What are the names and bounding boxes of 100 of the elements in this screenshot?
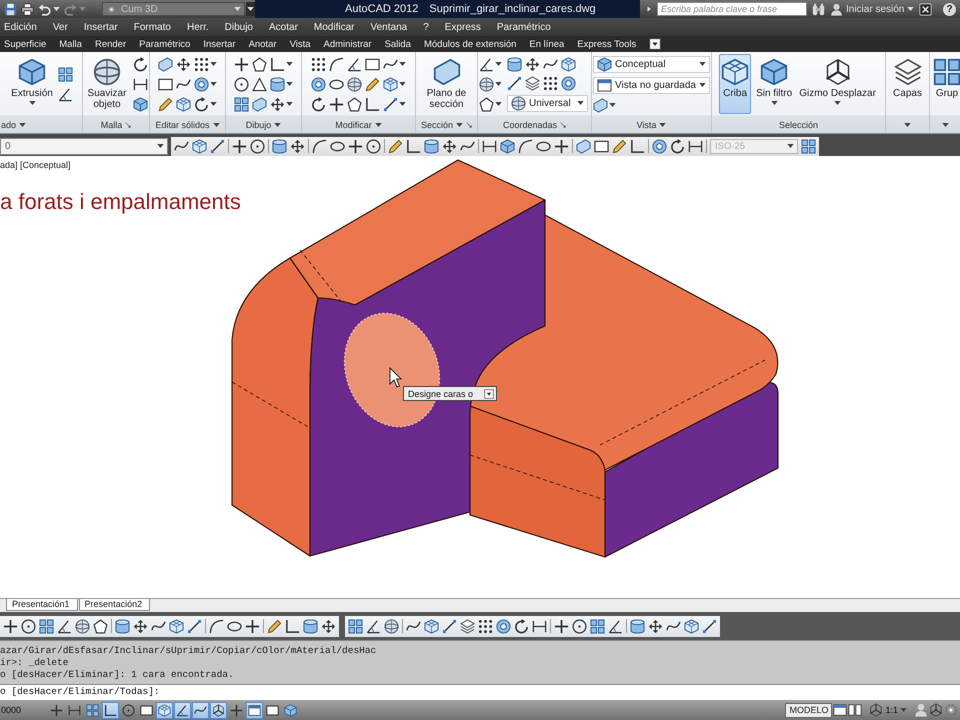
caret-icon[interactable] <box>212 122 220 126</box>
cylinder-icon[interactable] <box>303 618 318 634</box>
sign-in-button[interactable]: Iniciar sesión <box>830 2 914 16</box>
wire-cube-icon[interactable] <box>176 96 191 112</box>
move-icon[interactable] <box>176 56 191 72</box>
move-icon[interactable] <box>290 138 305 154</box>
wire-cube-icon[interactable] <box>561 56 576 72</box>
ribbon-tab[interactable]: Insertar <box>203 38 236 50</box>
cylinder-icon[interactable] <box>424 138 439 154</box>
squares-icon[interactable] <box>58 66 73 82</box>
ellipse-icon[interactable] <box>330 138 345 154</box>
layout-tab[interactable]: Presentación2 <box>78 599 150 611</box>
dots-icon[interactable] <box>194 56 209 72</box>
angle-icon[interactable] <box>58 86 73 102</box>
ring-icon[interactable] <box>194 76 209 92</box>
plus-icon[interactable] <box>554 618 569 634</box>
ribbon-tab[interactable]: Vista <box>290 38 311 50</box>
move-icon[interactable] <box>270 96 285 112</box>
sphere-icon[interactable] <box>384 618 399 634</box>
caret-icon[interactable] <box>210 102 217 106</box>
caret-icon[interactable] <box>942 122 948 126</box>
caret-icon[interactable] <box>286 62 293 66</box>
bracket-icon[interactable] <box>688 138 703 154</box>
caret-icon[interactable] <box>904 122 911 126</box>
rotate-icon[interactable] <box>514 618 529 634</box>
model-button[interactable]: MODELO <box>785 702 832 718</box>
box-caret-icon[interactable] <box>649 38 662 50</box>
wire-cube-icon[interactable] <box>169 618 184 634</box>
caret-icon[interactable] <box>399 102 406 106</box>
pencil-icon[interactable] <box>158 96 173 112</box>
search-field[interactable]: Escriba palabra clave o frase <box>657 2 807 16</box>
caret-icon[interactable] <box>274 122 282 126</box>
ribbon-tab[interactable]: Anotar <box>248 38 277 50</box>
arc-icon[interactable] <box>209 618 224 634</box>
triangle-icon[interactable] <box>252 76 267 92</box>
caret-icon[interactable] <box>286 82 293 86</box>
menu-item[interactable]: Acotar <box>269 22 298 32</box>
arc-icon[interactable] <box>312 138 327 154</box>
corner-icon[interactable] <box>630 138 645 154</box>
panel-title[interactable]: Modificar <box>335 120 372 130</box>
caret-icon[interactable] <box>495 82 502 86</box>
cylinder-icon[interactable] <box>630 618 645 634</box>
spline-icon[interactable] <box>383 56 398 72</box>
plus-icon[interactable] <box>329 96 344 112</box>
menu-item[interactable]: Modificar <box>314 22 354 32</box>
panel-title[interactable]: Vista <box>636 120 656 130</box>
polygon-icon[interactable] <box>252 56 267 72</box>
plus-icon[interactable] <box>554 138 569 154</box>
caret-icon[interactable] <box>495 62 502 66</box>
sphere-icon[interactable] <box>75 618 90 634</box>
pencil-icon[interactable] <box>612 138 627 154</box>
caret-icon[interactable] <box>210 82 217 86</box>
wire-cube-icon[interactable] <box>192 138 207 154</box>
caret-icon[interactable] <box>286 102 293 106</box>
ribbon-tab[interactable]: Superficie <box>4 38 46 50</box>
dots-icon[interactable] <box>311 56 326 72</box>
polygon-icon[interactable] <box>93 618 108 634</box>
layers-icon[interactable] <box>460 618 475 634</box>
ribbon-button[interactable]: Plano de sección <box>417 54 476 114</box>
arc-icon[interactable] <box>518 138 533 154</box>
angle-icon[interactable] <box>608 618 623 634</box>
plus-icon[interactable] <box>245 618 260 634</box>
ellipse-icon[interactable] <box>227 618 242 634</box>
hexagon-icon[interactable] <box>576 138 591 154</box>
angle-icon[interactable] <box>57 618 72 634</box>
ribbon-button[interactable]: Sin filtro <box>754 54 794 114</box>
spline-icon[interactable] <box>666 618 681 634</box>
layers-icon[interactable] <box>525 76 540 90</box>
squares-icon[interactable] <box>348 618 363 634</box>
ribbon-tab[interactable]: En línea <box>529 38 564 50</box>
status-toggle[interactable] <box>102 702 120 718</box>
cylinder-icon[interactable] <box>272 138 287 154</box>
arc-icon[interactable] <box>329 56 344 72</box>
squares-icon[interactable] <box>39 618 54 634</box>
menu-item[interactable]: Express <box>444 22 481 32</box>
ring-icon[interactable] <box>311 76 326 92</box>
circle-icon[interactable] <box>572 618 587 634</box>
user-icon[interactable] <box>914 703 928 717</box>
menu-item[interactable]: Insertar <box>84 22 118 32</box>
printer-icon[interactable] <box>21 2 34 16</box>
plus-icon[interactable] <box>3 618 18 634</box>
viewport-label[interactable]: ada] [Conceptual] <box>0 160 71 171</box>
spline-icon[interactable] <box>151 618 166 634</box>
line-icon[interactable] <box>210 138 225 154</box>
box-caret-icon[interactable] <box>484 388 494 398</box>
angle-icon[interactable] <box>366 618 381 634</box>
ribbon-tab[interactable]: Malla <box>59 38 82 50</box>
cube-icon[interactable] <box>133 96 148 112</box>
diagonal-arrow-icon[interactable] <box>125 122 132 128</box>
cylinder-icon[interactable] <box>115 618 130 634</box>
ribbon-button[interactable]: Suavizar objeto <box>84 54 130 114</box>
status-toggle[interactable] <box>156 702 174 718</box>
ribbon-button[interactable]: Extrusión <box>9 54 55 114</box>
caret-icon[interactable] <box>495 102 502 106</box>
caret-icon[interactable] <box>609 103 616 107</box>
sphere-icon[interactable] <box>479 76 494 92</box>
dropdown[interactable]: Conceptual <box>593 56 710 72</box>
caret-icon[interactable] <box>399 62 406 66</box>
spline-icon[interactable] <box>460 138 475 154</box>
triangle-right-icon[interactable] <box>646 4 652 14</box>
